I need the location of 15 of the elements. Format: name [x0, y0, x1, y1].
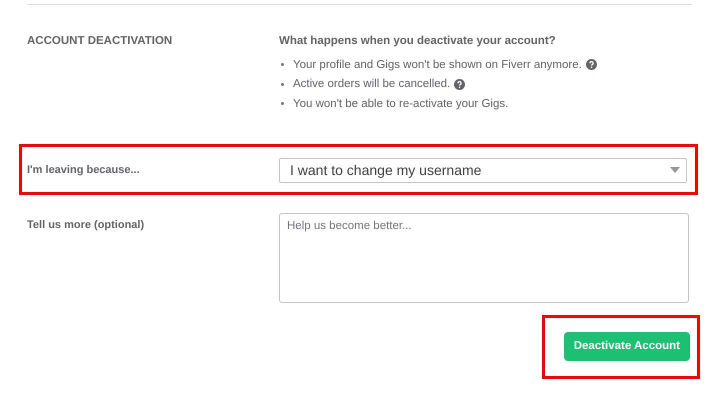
bullet-icon — [281, 102, 284, 106]
bullet-text: You won't be able to re-activate your Gigs. — [293, 98, 508, 110]
help-icon[interactable] — [454, 78, 466, 90]
section-heading: What happens when you deactivate your account? — [279, 35, 557, 47]
bullet-text: Your profile and Gigs won't be shown on Fiverr anymore. — [293, 58, 582, 71]
reason-label: I'm leaving because... — [27, 164, 141, 176]
help-icon[interactable] — [586, 59, 597, 70]
bullet-icon — [281, 82, 284, 86]
reason-select[interactable]: I want to change my username — [279, 158, 687, 182]
feedback-field[interactable]: Help us become better... — [279, 212, 689, 302]
section-title: ACCOUNT DEACTIVATION — [27, 35, 174, 47]
more-label: Tell us more (optional) — [27, 218, 146, 232]
bullet-icon — [281, 63, 284, 66]
bullet-text: Active orders will be cancelled. — [293, 78, 450, 90]
caret-icon — [670, 167, 680, 173]
